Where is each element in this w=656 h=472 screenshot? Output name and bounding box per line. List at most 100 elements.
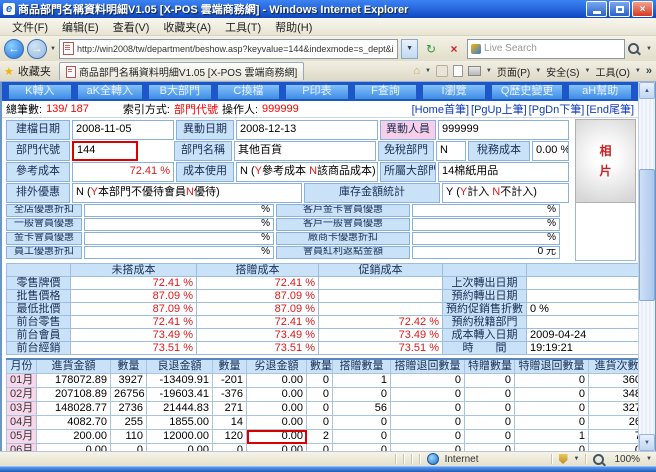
safety-menu[interactable]: 安全(S) (546, 64, 579, 79)
scroll-up-icon[interactable]: ▲ (639, 82, 655, 99)
taskbar-edge[interactable] (0, 466, 656, 472)
more-commands-icon[interactable]: » (646, 65, 652, 77)
scrollbar-track[interactable] (639, 99, 655, 434)
action-button[interactable]: Q歷史變更 (491, 84, 564, 100)
protected-mode-dropdown-icon[interactable]: ▼ (574, 456, 580, 462)
value-cell: 0.00 (247, 416, 307, 430)
value-cell: 148028.77 (37, 402, 111, 416)
scrollbar-thumb[interactable] (639, 169, 655, 301)
dept-name-field[interactable]: 其他百貨 (234, 141, 376, 161)
tax-free-field[interactable]: N (436, 141, 466, 161)
value-cell: 14 (213, 416, 247, 430)
zoom-dropdown-icon[interactable]: ▼ (646, 456, 652, 462)
month-column-header: 特贈數量 (465, 359, 515, 374)
month-cell: 05月 (7, 430, 37, 444)
cost-value: 72.42 % (319, 316, 443, 329)
action-button[interactable]: B大部門 (148, 84, 212, 100)
search-input[interactable]: Live Search (467, 39, 625, 59)
restore-button[interactable] (609, 1, 630, 17)
zoom-level[interactable]: 100% (614, 454, 640, 465)
favorites-star-icon[interactable]: ★ (4, 65, 14, 78)
ie-logo-icon: e (3, 3, 15, 15)
dept-name-label: 部門名稱 (174, 141, 232, 161)
cost-use-field[interactable]: N (Y參考成本 N該商品成本) (236, 162, 378, 182)
menu-favorites[interactable]: 收藏夹(A) (157, 18, 217, 36)
discount-value-field[interactable]: % (84, 232, 274, 245)
discount-value-field[interactable]: % (412, 204, 560, 217)
action-button[interactable]: aH幫助 (568, 84, 632, 100)
refresh-button[interactable]: ↻ (421, 39, 441, 59)
discount-value-field[interactable]: % (84, 204, 274, 217)
search-magnifier-icon[interactable] (628, 43, 639, 54)
action-button[interactable]: aK全轉入 (77, 84, 143, 100)
stock-total-field[interactable]: Y (Y計入 N不計入) (442, 183, 569, 203)
cost-value: 73.51 % (319, 342, 443, 355)
discount-value-field[interactable]: 0 元 (412, 246, 560, 259)
action-button[interactable]: P印表 (285, 84, 349, 100)
ref-cost-field[interactable]: 72.41 % (72, 162, 174, 182)
menu-tools[interactable]: 工具(T) (219, 18, 267, 36)
menu-help[interactable]: 帮助(H) (269, 18, 318, 36)
menu-edit[interactable]: 编辑(E) (56, 18, 105, 36)
nav-pgup-link[interactable]: [PgUp上筆] (471, 101, 527, 117)
tax-cost-field[interactable]: 0.00 % (532, 141, 569, 161)
menu-file[interactable]: 文件(F) (6, 18, 54, 36)
modified-by-field[interactable]: 999999 (438, 120, 569, 140)
favorites-button[interactable]: 收藏夹 (18, 63, 51, 79)
tab-page-icon (66, 66, 76, 78)
action-button[interactable]: F查詢 (354, 84, 418, 100)
value-cell: 327 (589, 402, 639, 416)
page-content: K轉入aK全轉入B大部門C換檔P印表F查詢I瀏覽Q歷史變更aH幫助 總筆數: 1… (0, 82, 656, 451)
cost-use-label: 成本使用 (176, 162, 234, 182)
tools-menu[interactable]: 工具(O) (595, 64, 629, 79)
month-row: 04月4082.702551855.00140.000000026 (7, 416, 639, 430)
home-dropdown-icon[interactable]: ▼ (425, 68, 431, 74)
forward-button[interactable]: → (27, 39, 47, 59)
action-button[interactable]: C換檔 (217, 84, 281, 100)
close-button[interactable]: × (632, 1, 653, 17)
protected-mode-icon[interactable] (559, 454, 568, 464)
feeds-icon[interactable] (436, 65, 448, 77)
nav-home-link[interactable]: [Home首筆] (412, 101, 469, 117)
home-icon[interactable]: ⌂ (413, 65, 420, 77)
created-date-field[interactable]: 2008-11-05 (72, 120, 174, 140)
excl-discount-field[interactable]: N (Y本部門不優待會員N優待) (72, 183, 302, 203)
photo-column: 相 片 (575, 119, 636, 261)
discount-value-field[interactable]: % (84, 218, 274, 231)
discount-value-field[interactable]: % (412, 232, 560, 245)
print-icon[interactable] (468, 66, 481, 76)
photo-placeholder[interactable]: 相 片 (575, 119, 636, 203)
print-dropdown-icon[interactable]: ▼ (486, 68, 492, 74)
modified-date-field[interactable]: 2008-12-13 (236, 120, 378, 140)
dept-code-label: 部門代號 (6, 141, 70, 161)
scroll-down-icon[interactable]: ▼ (639, 434, 655, 451)
action-button[interactable]: K轉入 (8, 84, 72, 100)
minimize-button[interactable] (586, 1, 607, 17)
nav-pgdn-link[interactable]: [PgDn下筆] (529, 101, 585, 117)
history-dropdown-icon[interactable]: ▼ (50, 46, 56, 52)
cost-value: 72.41 % (71, 316, 197, 329)
value-cell: 0 (515, 416, 589, 430)
search-options-icon[interactable]: ▼ (646, 46, 652, 52)
menu-view[interactable]: 查看(V) (107, 18, 156, 36)
discount-value-field[interactable]: % (84, 246, 274, 259)
address-dropdown-button[interactable]: ▼ (401, 39, 418, 59)
vertical-scrollbar[interactable]: ▲ ▼ (638, 82, 655, 451)
discount-value-field[interactable]: % (412, 218, 560, 231)
nav-end-link[interactable]: [End尾筆] (586, 101, 634, 117)
dept-code-field[interactable]: 144 (72, 141, 138, 161)
zoom-magnifier-icon[interactable] (593, 454, 604, 465)
month-row: 06月0.0000.0000.00000000 (7, 444, 639, 452)
address-input[interactable]: http://win2008/tw/department/beshow.asp?… (59, 39, 398, 59)
cost-side-label: 預約促銷售折數 (443, 303, 527, 316)
modified-by-label: 異動人員 (380, 120, 436, 140)
page-menu[interactable]: 页面(P) (497, 64, 530, 79)
value-cell: 3927 (111, 374, 147, 388)
big-dept-field[interactable]: 14棉紙用品 (438, 162, 569, 182)
back-button[interactable]: ← (4, 39, 24, 59)
browser-tab[interactable]: 商品部門名稱資料明細V1.05 [X-POS 雲端商務網] (59, 62, 304, 80)
stop-button[interactable]: × (444, 39, 464, 59)
value-cell: 0.00 (247, 374, 307, 388)
action-button[interactable]: I瀏覽 (422, 84, 486, 100)
read-mail-icon[interactable] (453, 65, 463, 77)
